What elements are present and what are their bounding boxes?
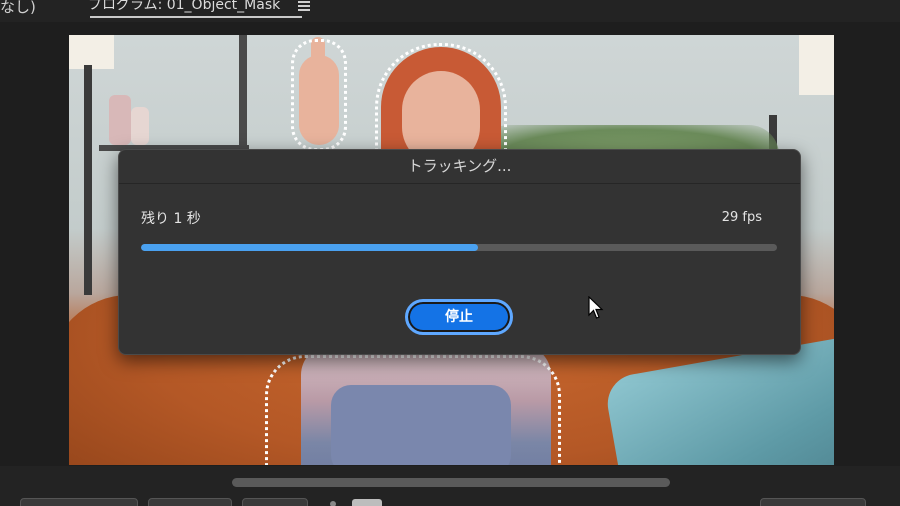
- vase-2: [131, 107, 149, 145]
- vase: [109, 95, 131, 145]
- dialog-title: トラッキング...: [119, 150, 800, 184]
- zoom-scrollbar[interactable]: [232, 478, 670, 487]
- mouse-cursor-icon: [588, 296, 604, 319]
- source-panel-label[interactable]: なし): [0, 0, 36, 17]
- bottom-control-1[interactable]: [20, 498, 138, 506]
- stop-button[interactable]: 停止: [405, 299, 513, 335]
- mask-outline-hand[interactable]: [291, 39, 347, 151]
- lamp-right: [799, 35, 834, 95]
- lamp-left: [69, 35, 114, 69]
- active-tab-underline: [90, 16, 302, 18]
- panel-header: なし) プログラム: 01_Object_Mask: [0, 0, 900, 22]
- bottom-control-4[interactable]: [760, 498, 866, 506]
- mask-outline-body[interactable]: [265, 355, 561, 465]
- bottom-control-2[interactable]: [148, 498, 232, 506]
- fps-readout: 29 fps: [721, 210, 762, 225]
- tracking-dialog: トラッキング... 残り 1 秒 29 fps 停止: [118, 149, 801, 355]
- shelf-post-2: [239, 35, 247, 155]
- progress-bar: [141, 244, 777, 251]
- playhead-thumb[interactable]: [352, 499, 382, 506]
- playhead-indicator: [330, 501, 336, 506]
- time-remaining: 残り 1 秒: [141, 211, 201, 227]
- menu-icon[interactable]: [298, 1, 311, 11]
- program-monitor-tab-label[interactable]: プログラム: 01_Object_Mask: [88, 0, 280, 14]
- progress-bar-fill: [141, 244, 479, 251]
- shelf-post: [84, 65, 92, 295]
- bottom-control-3[interactable]: [242, 498, 308, 506]
